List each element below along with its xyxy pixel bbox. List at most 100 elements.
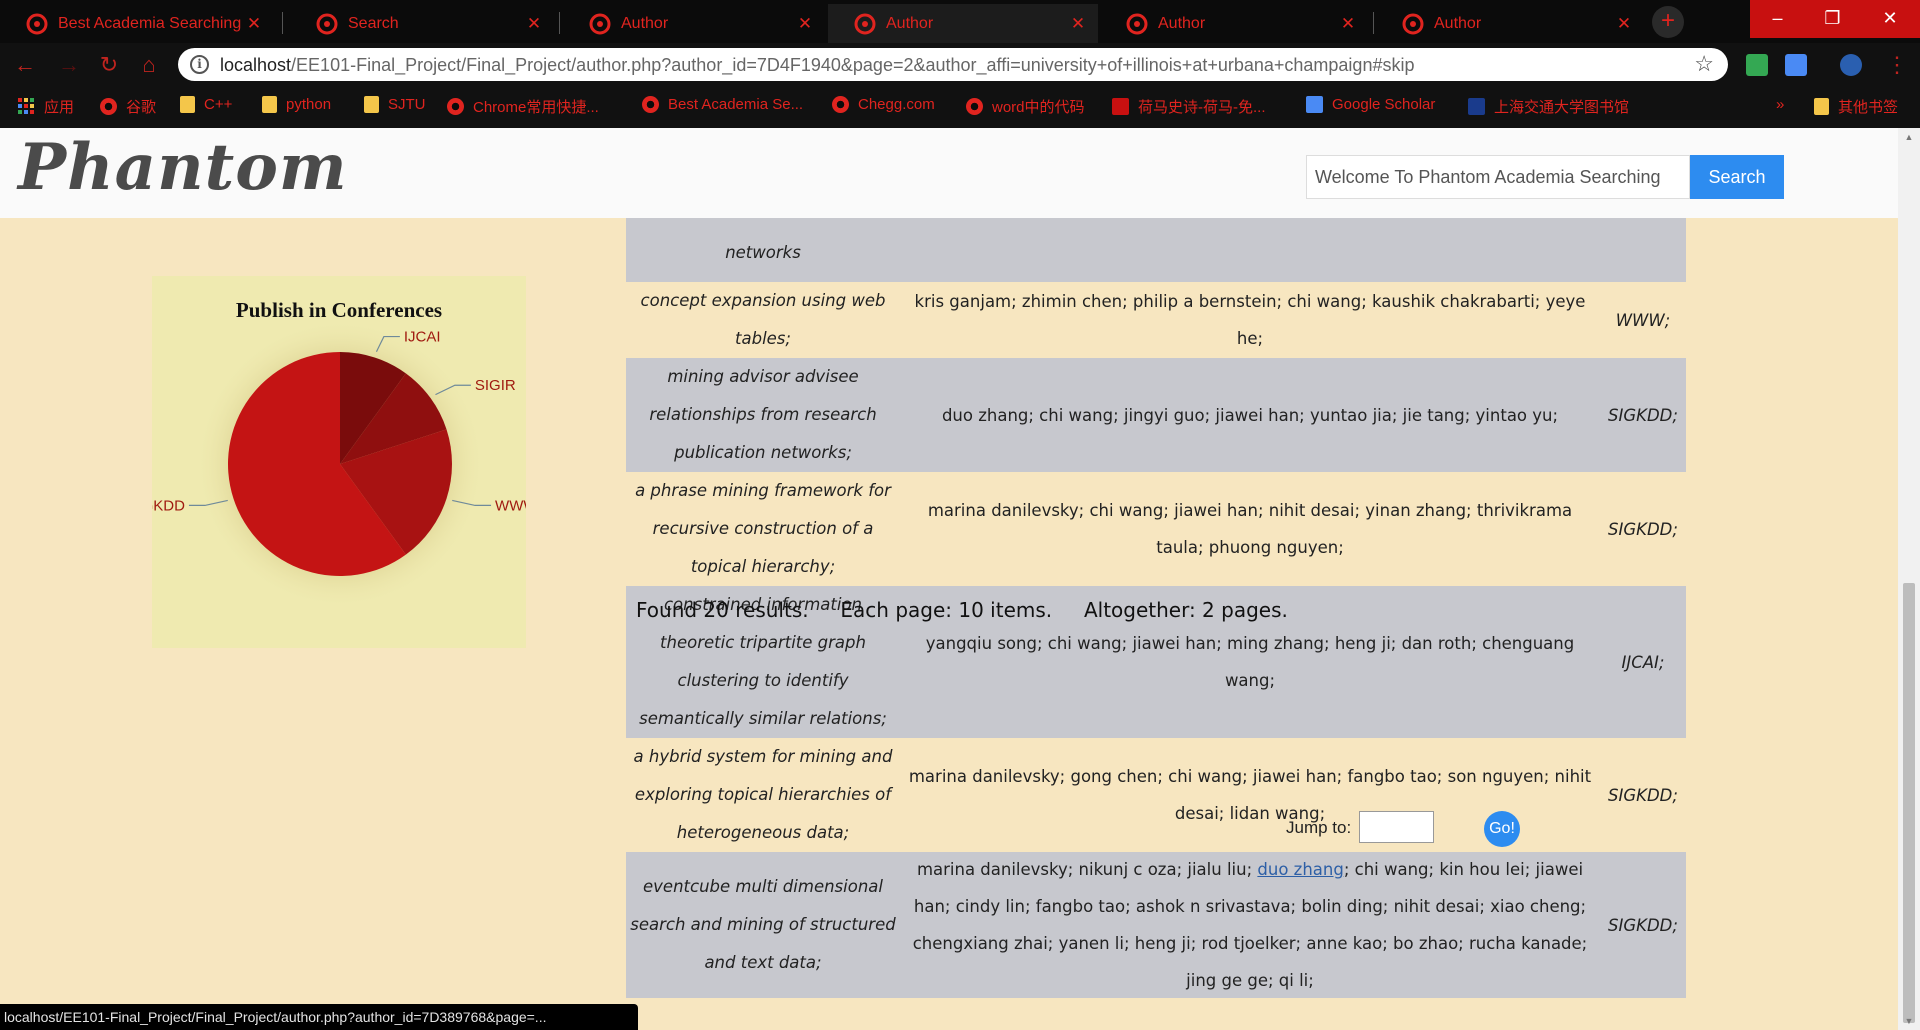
author-link[interactable]: duo zhang <box>1257 860 1343 879</box>
paper-venue: SIGKDD; <box>1608 915 1678 935</box>
bookmark-label: python <box>286 96 332 113</box>
tab-title: Best Academia Searching E <box>58 14 242 32</box>
address-bar[interactable]: i localhost/EE101-Final_Project/Final_Pr… <box>178 48 1728 81</box>
site-favicon-icon <box>589 13 611 34</box>
tab-author-1[interactable]: Author ✕ <box>563 4 825 43</box>
bookmark-label: 上海交通大学图书馆 <box>1494 99 1630 116</box>
jump-page-input[interactable] <box>1359 811 1434 843</box>
new-tab-button[interactable]: + <box>1652 6 1684 38</box>
paper-title[interactable]: a hybrid system for mining and exploring… <box>626 738 900 852</box>
bookmark-label: 应用 <box>44 99 75 116</box>
chevron-right-icon: » <box>1776 96 1785 113</box>
globe-icon <box>642 96 659 113</box>
bookmark-python[interactable]: python <box>262 96 331 113</box>
table-row: eventcube multi dimensional search and m… <box>626 852 1686 998</box>
scholar-icon <box>1306 96 1323 113</box>
bookmark-apps[interactable]: 应用 <box>18 96 74 117</box>
menu-dots-icon[interactable]: ⋮ <box>1884 52 1910 78</box>
table-row: concept expansion using web tables; kris… <box>626 282 1686 358</box>
close-icon[interactable]: ✕ <box>242 14 266 34</box>
translate-icon[interactable] <box>1785 54 1807 76</box>
paper-venue: IJCAI; <box>1621 652 1665 672</box>
bookmark-label: C++ <box>204 96 233 113</box>
tab-author-4[interactable]: Author ✕ <box>1376 4 1644 43</box>
link-status-bubble: localhost/EE101-Final_Project/Final_Proj… <box>0 1004 638 1030</box>
bookmark-label: word中的代码 <box>992 99 1085 116</box>
pie-label: IJCAI <box>404 329 441 346</box>
found-count: Found 20 results. <box>636 598 809 622</box>
close-icon[interactable]: ✕ <box>522 14 546 34</box>
folder-icon <box>1814 98 1829 115</box>
profile-avatar[interactable] <box>1840 54 1862 76</box>
bookmarks-overflow[interactable]: » <box>1776 96 1784 113</box>
site-favicon-icon <box>854 13 876 34</box>
forward-arrow-icon[interactable]: → <box>56 52 82 78</box>
tab-bar: Best Academia Searching E ✕ Search ✕ Aut… <box>0 0 1920 43</box>
pie-label: SIGIR <box>475 377 516 394</box>
close-icon[interactable]: ✕ <box>1336 14 1360 34</box>
table-row: a phrase mining framework for recursive … <box>626 472 1686 586</box>
bookmark-sjtu-library[interactable]: 上海交通大学图书馆 <box>1468 96 1629 117</box>
globe-icon <box>966 98 983 115</box>
bookmark-label: Best Academia Se... <box>668 96 804 113</box>
bookmark-other[interactable]: 其他书签 <box>1814 96 1898 117</box>
bookmark-google[interactable]: 谷歌 <box>100 96 156 117</box>
bookmark-homer[interactable]: 荷马史诗-荷马-免... <box>1112 96 1266 117</box>
tab-search[interactable]: Search ✕ <box>290 4 554 43</box>
search-input[interactable]: Welcome To Phantom Academia Searching <box>1306 155 1690 199</box>
back-arrow-icon[interactable]: ← <box>12 52 38 78</box>
paper-authors: marina danilevsky; chi wang; jiawei han;… <box>927 501 1573 557</box>
close-icon[interactable]: ✕ <box>1612 14 1636 34</box>
paper-title[interactable]: concept expansion using web tables; <box>626 282 900 358</box>
bookmark-word-code[interactable]: word中的代码 <box>966 96 1085 117</box>
tab-title: Author <box>886 14 934 32</box>
bookmark-sjtu[interactable]: SJTU <box>364 96 426 113</box>
vertical-scrollbar[interactable]: ▲ ▼ <box>1898 128 1920 1030</box>
minimize-button[interactable]: – <box>1750 0 1805 38</box>
scroll-down-icon[interactable]: ▼ <box>1903 1016 1915 1026</box>
paper-authors: duo zhang; chi wang; jingyi guo; jiawei … <box>941 405 1559 425</box>
bookmark-best-academia[interactable]: Best Academia Se... <box>642 96 803 113</box>
library-icon <box>1468 98 1485 115</box>
paper-authors: kris ganjam; zhimin chen; philip a berns… <box>914 292 1586 348</box>
search-button[interactable]: Search <box>1690 155 1784 199</box>
close-icon[interactable]: ✕ <box>793 14 817 34</box>
bookmark-label: SJTU <box>388 96 426 113</box>
reload-icon[interactable]: ↻ <box>96 52 122 78</box>
apps-grid-icon <box>18 98 34 114</box>
bookmark-google-scholar[interactable]: Google Scholar <box>1306 96 1435 113</box>
scroll-up-icon[interactable]: ▲ <box>1903 132 1915 142</box>
bookmark-chegg[interactable]: Chegg.com <box>832 96 935 113</box>
go-button[interactable]: Go! <box>1484 811 1520 847</box>
pie-label: GKDD <box>152 497 185 514</box>
bookmark-star-icon[interactable]: ☆ <box>1694 51 1714 77</box>
paper-title[interactable]: eventcube multi dimensional search and m… <box>626 868 900 982</box>
paper-title[interactable]: a phrase mining framework for recursive … <box>626 472 900 586</box>
bookmark-cpp[interactable]: C++ <box>180 96 232 113</box>
extension-icon[interactable] <box>1746 54 1768 76</box>
bookmark-chrome-shortcuts[interactable]: Chrome常用快捷... <box>447 96 599 117</box>
pie-label: WWW <box>495 497 526 514</box>
tab-author-active[interactable]: Author ✕ <box>828 4 1098 43</box>
jump-label: Jump to: <box>1286 818 1352 837</box>
total-pages: Altogether: 2 pages. <box>1083 598 1288 622</box>
tab-author-3[interactable]: Author ✕ <box>1100 4 1368 43</box>
folder-icon <box>180 96 195 113</box>
close-window-button[interactable]: ✕ <box>1860 0 1920 38</box>
paper-authors: yangqiu song; chi wang; jiawei han; ming… <box>925 634 1575 690</box>
tab-title: Author <box>1158 14 1206 32</box>
authors-text: marina danilevsky; nikunj c oza; jialu l… <box>916 860 1258 879</box>
conference-chart: Publish in Conferences IJCAISIGIRWWWGKDD <box>152 276 526 648</box>
site-favicon-icon <box>316 13 338 34</box>
tab-best-academia[interactable]: Best Academia Searching E ✕ <box>0 4 274 43</box>
home-icon[interactable]: ⌂ <box>136 52 162 78</box>
restore-button[interactable]: ❐ <box>1805 0 1860 38</box>
table-row: mining advisor advisee relationships fro… <box>626 358 1686 472</box>
bookmark-label: Chegg.com <box>858 96 935 113</box>
paper-title[interactable]: mining advisor advisee relationships fro… <box>626 358 900 472</box>
scrollbar-thumb[interactable] <box>1903 583 1915 1023</box>
site-logo[interactable]: Phantom <box>18 130 348 205</box>
close-icon[interactable]: ✕ <box>1066 14 1090 34</box>
browser-toolbar: ← → ↻ ⌂ i localhost/EE101-Final_Project/… <box>0 43 1920 86</box>
info-icon[interactable]: i <box>190 55 209 74</box>
